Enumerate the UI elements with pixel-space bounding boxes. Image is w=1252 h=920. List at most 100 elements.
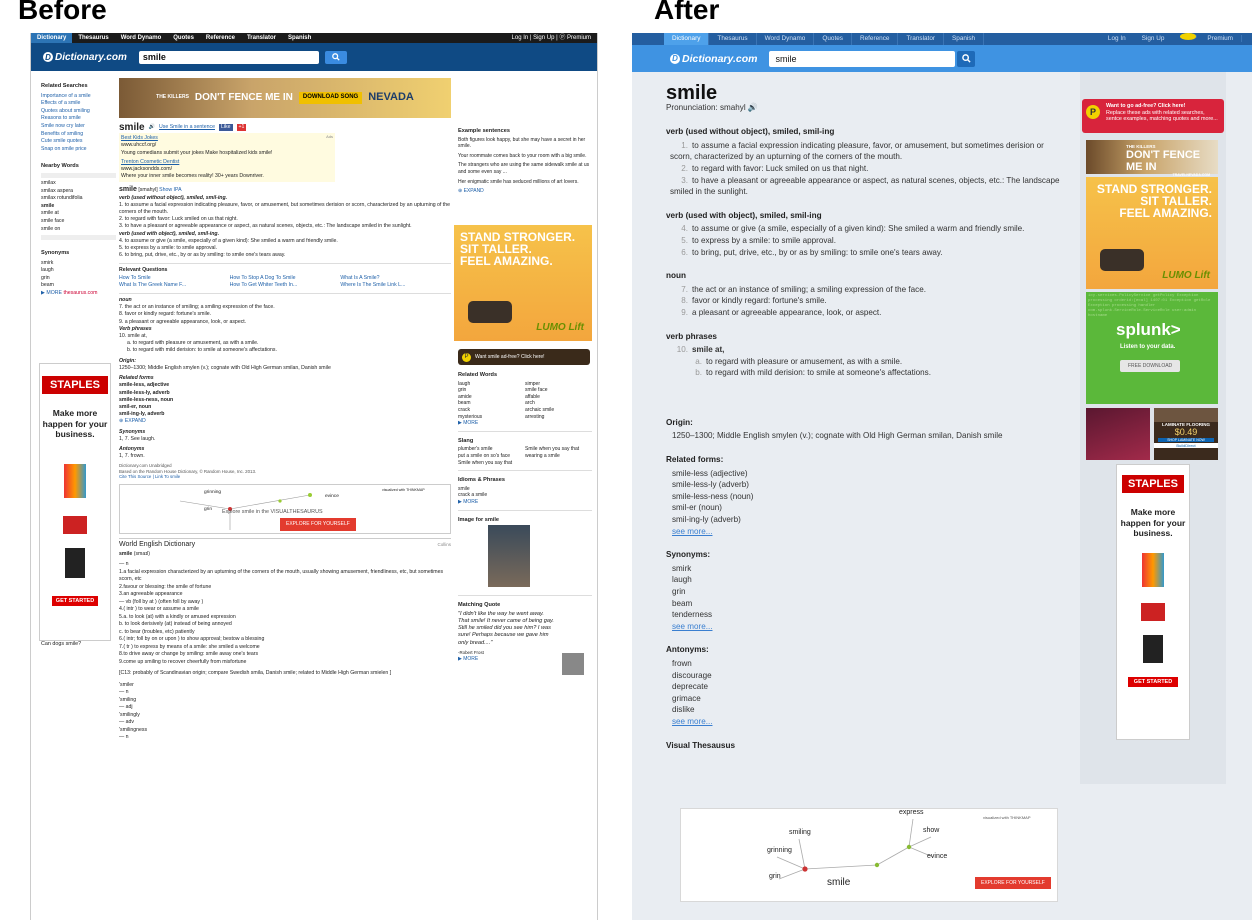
search-button[interactable] [957,50,976,67]
see-more-link[interactable]: see more... [666,716,1066,728]
synonym-word[interactable]: grin [41,275,116,283]
vt-word[interactable]: grin [769,873,781,880]
user-links[interactable]: Log In | Sign Up | ⓟ Premium [506,33,597,43]
nearby-word[interactable]: smile at [41,210,116,218]
splunk-ad[interactable]: icy.services.PolicyService getPolicy Exc… [1086,292,1218,404]
gplus-button[interactable]: +1 [236,124,247,132]
related-search-link[interactable]: Cute smile quotes [41,138,116,146]
slang-item[interactable]: put a smile on so's face [458,453,525,460]
related-search-link[interactable]: Smile now cry later [41,123,116,131]
synonym[interactable]: laugh [666,574,1066,586]
idiom-item[interactable]: crack a smile [458,492,592,499]
slang-item[interactable]: Smile when you say that [525,446,592,453]
related-word[interactable]: smile face [525,387,592,394]
synonym-word[interactable]: laugh [41,267,116,275]
staples-ad[interactable]: STAPLES Make more happen for your busine… [1116,464,1190,740]
tab-dictionary[interactable]: Dictionary [31,33,73,43]
vt-word[interactable]: express [899,809,924,816]
search-button[interactable] [324,50,347,64]
vt-word[interactable]: smiling [789,829,811,836]
killers-ad-banner[interactable]: THE KILLERS DON'T FENCE ME IN DOWNLOAD S… [119,78,451,118]
download-song-button[interactable]: DOWNLOAD SONG [298,92,363,104]
adfree-bar[interactable]: P Want smile ad-free? Click here! [458,349,590,365]
tab-word-dynamo[interactable]: Word Dynamo [115,33,168,43]
antonym[interactable]: grimace [666,693,1066,705]
related-word[interactable]: affable [525,394,592,401]
related-word[interactable]: crack [458,407,525,414]
slang-item[interactable]: Smile when you say that [458,460,525,467]
vt-word-center[interactable]: smile [827,877,850,888]
vt-word[interactable]: evince [325,493,339,500]
antonym[interactable]: frown [666,658,1066,670]
laminate-ad[interactable]: LAMINATE FLOORING $0.49 SHOP LAMINATE NO… [1154,408,1218,460]
site-logo[interactable]: D Dictionary.com [670,53,757,65]
synonym-word[interactable]: beam [41,282,116,290]
explore-button[interactable]: EXPLORE FOR YOURSELF [280,517,356,532]
question-link[interactable]: How To Stop A Dog To Smile [230,275,341,282]
flooring-photo-ad[interactable] [1086,408,1150,460]
get-started-button[interactable]: GET STARTED [1128,676,1178,687]
nearby-word[interactable]: smile face [41,218,116,226]
signup-link[interactable]: Sign Up [1134,33,1173,45]
idiom-item[interactable]: smile [458,486,592,493]
tab-quotes[interactable]: Quotes [814,33,852,45]
synonym[interactable]: smirk [666,563,1066,575]
question-link[interactable]: How To Get Whiter Teeth In... [230,282,341,289]
audio-icon[interactable]: 🔊 [748,103,758,112]
like-button[interactable]: Like [219,124,233,132]
question-link[interactable]: Can dogs smile? [41,641,81,647]
related-word[interactable]: arch [525,400,592,407]
tab-translator[interactable]: Translator [898,33,944,45]
question-link[interactable]: What Is A Smile? [340,275,451,282]
slang-item[interactable]: plumber's smile [458,446,525,453]
related-search-link[interactable]: Reasons to smile [41,115,116,123]
tab-reference[interactable]: Reference [852,33,899,45]
slang-item[interactable]: wearing a smile [525,453,592,460]
synonym-word[interactable]: smirk [41,260,116,268]
tab-translator[interactable]: Translator [241,33,282,43]
tab-spanish[interactable]: Spanish [944,33,985,45]
ad-title[interactable]: Trenton Cosmetic Dentist [121,159,333,166]
lumo-ad[interactable]: STAND STRONGER. SIT TALLER. FEEL AMAZING. … [1086,177,1218,289]
tab-dictionary[interactable]: Dictionary [664,33,710,45]
question-link[interactable]: How To Smile [119,275,230,282]
related-search-link[interactable]: Importance of a smile [41,93,116,101]
show-ipa-link[interactable]: Show IPA [159,187,181,193]
more-link[interactable]: ▶ MORE [458,499,592,506]
synonym[interactable]: beam [666,598,1066,610]
synonym[interactable]: tenderness [666,609,1066,621]
antonym[interactable]: dislike [666,704,1066,716]
related-word[interactable]: archaic smile [525,407,592,414]
lumo-ad[interactable]: STAND STRONGER. SIT TALLER. FEEL AMAZING. … [454,225,592,341]
search-input[interactable]: smile [138,50,319,64]
smile-image[interactable] [488,525,530,588]
vt-word[interactable]: show [923,827,939,834]
login-link[interactable]: Log In [1100,33,1134,45]
nearby-word[interactable]: smilax aspera [41,188,116,196]
cite-links[interactable]: Cite This Source | Link To smile [119,474,451,480]
more-link[interactable]: ▶ MORE [458,420,592,427]
antonym[interactable]: deprecate [666,681,1066,693]
staples-ad[interactable]: STAPLES Make more happen for your busine… [39,363,111,641]
tab-thesaurus[interactable]: Thesaurus [72,33,114,43]
related-word[interactable]: grin [458,387,525,394]
free-download-button[interactable]: FREE DOWNLOAD [1120,360,1181,372]
adfree-banner[interactable]: P Want to go ad-free? Click here! Replac… [1082,99,1224,133]
question-link[interactable]: Where Is The Smile Link L... [340,282,451,289]
related-search-link[interactable]: Quotes about smiling [41,108,116,116]
related-word[interactable]: amide [458,394,525,401]
see-more-link[interactable]: see more... [666,526,1066,538]
scroll-up-button[interactable] [41,172,116,178]
nearby-word[interactable]: smilax rotundifolia [41,195,116,203]
scroll-down-button[interactable] [41,235,116,241]
related-word[interactable]: simper [525,381,592,388]
vt-word[interactable]: grin [204,506,212,513]
nearby-word[interactable]: smile on [41,226,116,234]
site-logo[interactable]: D Dictionary.com [43,52,127,63]
expand-button[interactable]: ⊕ EXPAND [119,418,451,425]
tab-reference[interactable]: Reference [200,33,241,43]
tab-quotes[interactable]: Quotes [167,33,200,43]
synonym[interactable]: grin [666,586,1066,598]
related-word[interactable]: laugh [458,381,525,388]
related-search-link[interactable]: Benefits of smiling [41,131,116,139]
